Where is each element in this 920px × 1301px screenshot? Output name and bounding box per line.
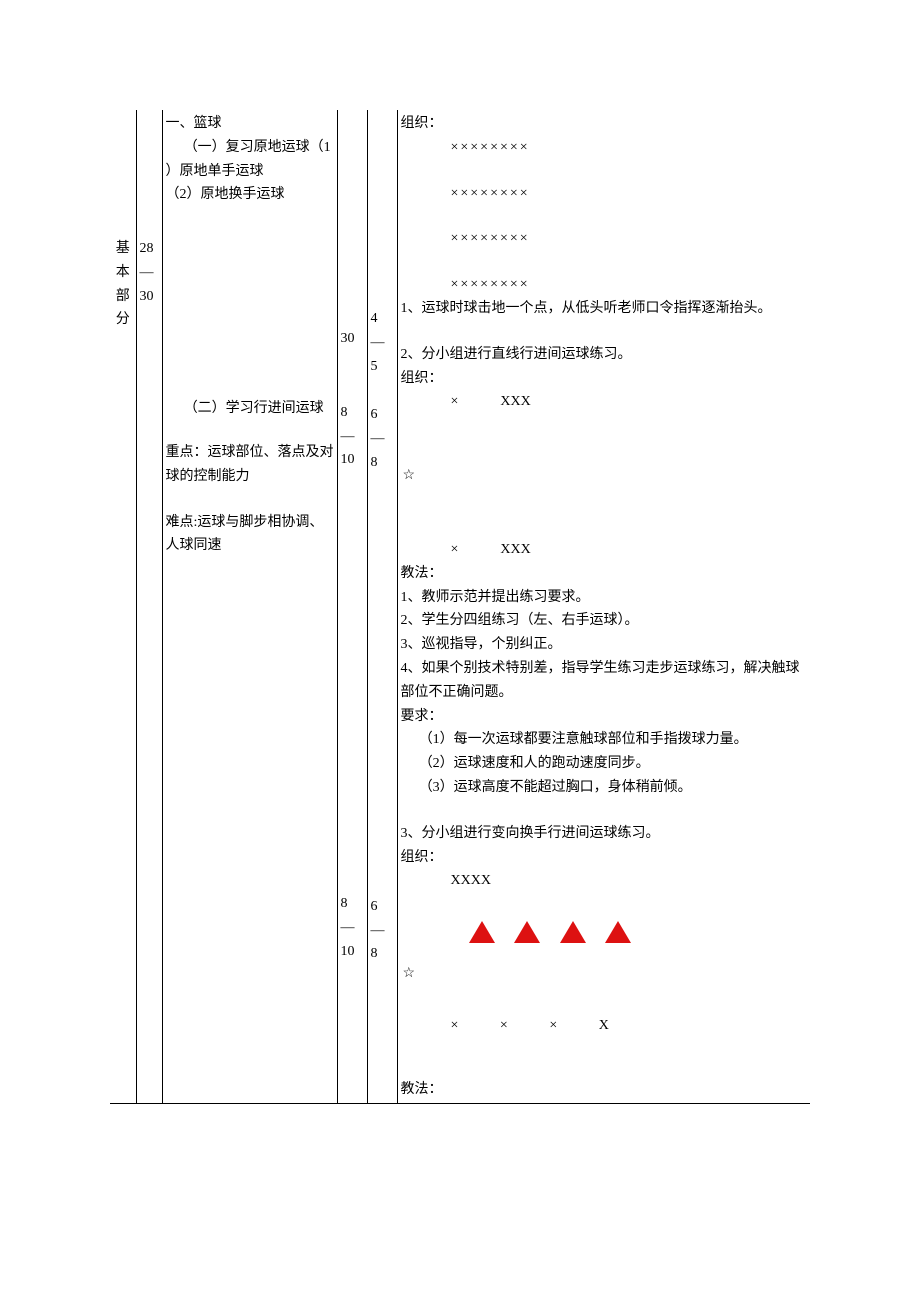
org-label-3: 组织： bbox=[401, 846, 808, 870]
reps-cell: 4 — 5 6 — 8 6 — 8 bbox=[367, 110, 397, 1104]
duration-cell: 30 8 — 10 8 — 10 bbox=[337, 110, 367, 1104]
x-mark: × bbox=[451, 1014, 459, 1038]
req-3: （3）运球高度不能超过胸口，身体稍前倾。 bbox=[401, 776, 808, 800]
section-label-cell: 基 本 部 分 bbox=[110, 110, 136, 1104]
reps-a: 4 — 5 bbox=[371, 307, 394, 378]
duration-c: 8 — 10 bbox=[341, 892, 364, 963]
time-range-cell: 28 — 30 bbox=[136, 110, 162, 1104]
reps-b: 6 — 8 bbox=[371, 403, 394, 474]
note-1: 1、运球时球击地一个点，从低头听老师口令指挥逐渐抬头。 bbox=[401, 297, 808, 321]
triangle-icon bbox=[514, 921, 540, 943]
sub1-item1: ）原地单手运球 bbox=[166, 160, 334, 184]
spaced-x-row: × × × X bbox=[401, 1014, 808, 1038]
method-label: 教法： bbox=[401, 562, 808, 586]
formation-1: × XXX bbox=[401, 390, 808, 414]
sub1-title: （一）复习原地运球（1 bbox=[166, 136, 334, 160]
time-range: 28 — 30 bbox=[140, 237, 159, 308]
note-2: 2、分小组进行直线行进间运球练习。 bbox=[401, 343, 808, 367]
triangle-icon bbox=[605, 921, 631, 943]
method-label-2: 教法： bbox=[401, 1078, 808, 1102]
sub1-item2: （2）原地换手运球 bbox=[166, 183, 334, 207]
x-mark: × bbox=[500, 1014, 508, 1038]
note-3: 3、分小组进行变向换手行进间运球练习。 bbox=[401, 822, 808, 846]
org-label: 组织： bbox=[401, 112, 808, 136]
star-2: ☆ bbox=[401, 962, 808, 986]
triangle-row bbox=[401, 921, 808, 952]
method-2: 2、学生分四组练习（左、右手运球）。 bbox=[401, 609, 808, 633]
method-1: 1、教师示范并提出练习要求。 bbox=[401, 586, 808, 610]
x-row-3: ×××××××× bbox=[401, 227, 808, 251]
content-cell: 一、篮球 （一）复习原地运球（1 ）原地单手运球 （2）原地换手运球 （二）学习… bbox=[162, 110, 337, 1104]
req-label: 要求： bbox=[401, 705, 808, 729]
heading: 一、篮球 bbox=[166, 112, 334, 136]
x-row-2: ×××××××× bbox=[401, 182, 808, 206]
x-mark: × bbox=[549, 1014, 557, 1038]
req-1: （1）每一次运球都要注意触球部位和手指拨球力量。 bbox=[401, 728, 808, 752]
reps-c: 6 — 8 bbox=[371, 895, 394, 966]
difficulty: 难点:运球与脚步相协调、人球同速 bbox=[166, 511, 334, 559]
triangle-icon bbox=[469, 921, 495, 943]
section-label: 基 本 部 分 bbox=[113, 237, 133, 332]
key-point: 重点：运球部位、落点及对球的控制能力 bbox=[166, 441, 334, 489]
x-mark: X bbox=[599, 1014, 609, 1038]
formation-2: × XXX bbox=[401, 538, 808, 562]
organization-cell: 组织： ×××××××× ×××××××× ×××××××× ×××××××× … bbox=[397, 110, 810, 1104]
org-label-2: 组织： bbox=[401, 367, 808, 391]
req-2: （2）运球速度和人的跑动速度同步。 bbox=[401, 752, 808, 776]
triangle-icon bbox=[560, 921, 586, 943]
x-row-1: ×××××××× bbox=[401, 136, 808, 160]
method-3: 3、巡视指导，个别纠正。 bbox=[401, 633, 808, 657]
star-1: ☆ bbox=[401, 464, 808, 488]
sub2-title: （二）学习行进间运球 bbox=[166, 397, 334, 421]
method-4: 4、如果个别技术特别差，指导学生练习走步运球练习，解决触球部位不正确问题。 bbox=[401, 657, 808, 705]
xxxx: XXXX bbox=[401, 869, 808, 893]
x-row-4: ×××××××× bbox=[401, 273, 808, 297]
duration-a: 30 bbox=[341, 327, 364, 351]
duration-b: 8 — 10 bbox=[341, 401, 364, 472]
lesson-plan-table: 基 本 部 分 28 — 30 一、篮球 （一）复习原地运球（1 ）原地单手运球… bbox=[110, 110, 810, 1104]
